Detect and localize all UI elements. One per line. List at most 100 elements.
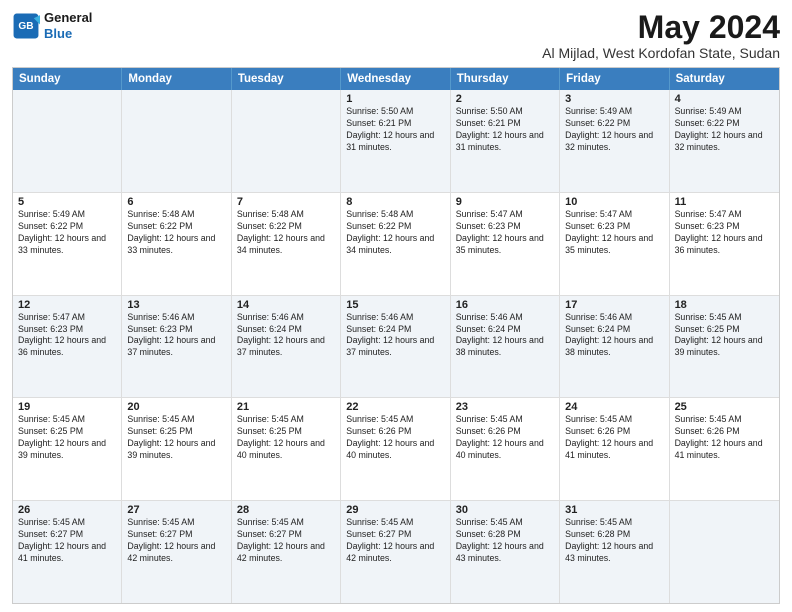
calendar-day-cell: 1Sunrise: 5:50 AM Sunset: 6:21 PM Daylig… [341,90,450,192]
calendar-day-cell: 10Sunrise: 5:47 AM Sunset: 6:23 PM Dayli… [560,193,669,295]
day-info: Sunrise: 5:45 AM Sunset: 6:26 PM Dayligh… [675,414,774,462]
day-info: Sunrise: 5:49 AM Sunset: 6:22 PM Dayligh… [18,209,116,257]
day-number: 29 [346,504,444,516]
day-number: 10 [565,196,663,208]
day-info: Sunrise: 5:45 AM Sunset: 6:27 PM Dayligh… [127,517,225,565]
day-number: 7 [237,196,335,208]
calendar-day-cell [670,501,779,603]
day-info: Sunrise: 5:46 AM Sunset: 6:24 PM Dayligh… [346,312,444,360]
day-info: Sunrise: 5:45 AM Sunset: 6:27 PM Dayligh… [237,517,335,565]
day-info: Sunrise: 5:47 AM Sunset: 6:23 PM Dayligh… [18,312,116,360]
calendar-header-cell: Thursday [451,68,560,90]
day-info: Sunrise: 5:46 AM Sunset: 6:24 PM Dayligh… [565,312,663,360]
day-number: 13 [127,299,225,311]
day-info: Sunrise: 5:45 AM Sunset: 6:28 PM Dayligh… [565,517,663,565]
calendar-day-cell: 19Sunrise: 5:45 AM Sunset: 6:25 PM Dayli… [13,398,122,500]
day-number: 25 [675,401,774,413]
day-number: 18 [675,299,774,311]
calendar-header-cell: Wednesday [341,68,450,90]
day-number: 5 [18,196,116,208]
day-info: Sunrise: 5:47 AM Sunset: 6:23 PM Dayligh… [675,209,774,257]
day-number: 14 [237,299,335,311]
day-number: 24 [565,401,663,413]
day-number: 15 [346,299,444,311]
day-info: Sunrise: 5:45 AM Sunset: 6:26 PM Dayligh… [565,414,663,462]
calendar-day-cell: 3Sunrise: 5:49 AM Sunset: 6:22 PM Daylig… [560,90,669,192]
day-info: Sunrise: 5:45 AM Sunset: 6:26 PM Dayligh… [456,414,554,462]
calendar-day-cell: 28Sunrise: 5:45 AM Sunset: 6:27 PM Dayli… [232,501,341,603]
day-number: 6 [127,196,225,208]
day-number: 2 [456,93,554,105]
day-info: Sunrise: 5:46 AM Sunset: 6:24 PM Dayligh… [456,312,554,360]
calendar-day-cell: 31Sunrise: 5:45 AM Sunset: 6:28 PM Dayli… [560,501,669,603]
calendar-week-row: 12Sunrise: 5:47 AM Sunset: 6:23 PM Dayli… [13,295,779,398]
day-info: Sunrise: 5:45 AM Sunset: 6:25 PM Dayligh… [237,414,335,462]
calendar-day-cell: 11Sunrise: 5:47 AM Sunset: 6:23 PM Dayli… [670,193,779,295]
calendar-day-cell: 20Sunrise: 5:45 AM Sunset: 6:25 PM Dayli… [122,398,231,500]
day-info: Sunrise: 5:45 AM Sunset: 6:27 PM Dayligh… [18,517,116,565]
day-number: 21 [237,401,335,413]
calendar-day-cell: 15Sunrise: 5:46 AM Sunset: 6:24 PM Dayli… [341,296,450,398]
logo-text: General Blue [44,10,92,41]
day-info: Sunrise: 5:45 AM Sunset: 6:27 PM Dayligh… [346,517,444,565]
calendar-day-cell: 5Sunrise: 5:49 AM Sunset: 6:22 PM Daylig… [13,193,122,295]
calendar-week-row: 5Sunrise: 5:49 AM Sunset: 6:22 PM Daylig… [13,192,779,295]
day-number: 22 [346,401,444,413]
day-info: Sunrise: 5:46 AM Sunset: 6:24 PM Dayligh… [237,312,335,360]
day-info: Sunrise: 5:45 AM Sunset: 6:25 PM Dayligh… [675,312,774,360]
day-info: Sunrise: 5:49 AM Sunset: 6:22 PM Dayligh… [565,106,663,154]
calendar: SundayMondayTuesdayWednesdayThursdayFrid… [12,67,780,604]
calendar-day-cell: 12Sunrise: 5:47 AM Sunset: 6:23 PM Dayli… [13,296,122,398]
logo-blue: Blue [44,26,92,42]
calendar-day-cell: 13Sunrise: 5:46 AM Sunset: 6:23 PM Dayli… [122,296,231,398]
calendar-day-cell: 26Sunrise: 5:45 AM Sunset: 6:27 PM Dayli… [13,501,122,603]
calendar-header-row: SundayMondayTuesdayWednesdayThursdayFrid… [13,68,779,90]
day-info: Sunrise: 5:45 AM Sunset: 6:25 PM Dayligh… [18,414,116,462]
calendar-day-cell: 16Sunrise: 5:46 AM Sunset: 6:24 PM Dayli… [451,296,560,398]
calendar-day-cell: 25Sunrise: 5:45 AM Sunset: 6:26 PM Dayli… [670,398,779,500]
title-block: May 2024 Al Mijlad, West Kordofan State,… [542,10,780,61]
calendar-day-cell: 14Sunrise: 5:46 AM Sunset: 6:24 PM Dayli… [232,296,341,398]
day-number: 31 [565,504,663,516]
calendar-day-cell: 8Sunrise: 5:48 AM Sunset: 6:22 PM Daylig… [341,193,450,295]
day-info: Sunrise: 5:47 AM Sunset: 6:23 PM Dayligh… [456,209,554,257]
day-info: Sunrise: 5:47 AM Sunset: 6:23 PM Dayligh… [565,209,663,257]
day-number: 11 [675,196,774,208]
day-info: Sunrise: 5:49 AM Sunset: 6:22 PM Dayligh… [675,106,774,154]
calendar-day-cell: 22Sunrise: 5:45 AM Sunset: 6:26 PM Dayli… [341,398,450,500]
calendar-header-cell: Tuesday [232,68,341,90]
day-number: 26 [18,504,116,516]
day-number: 12 [18,299,116,311]
day-number: 20 [127,401,225,413]
calendar-header-cell: Friday [560,68,669,90]
calendar-day-cell: 24Sunrise: 5:45 AM Sunset: 6:26 PM Dayli… [560,398,669,500]
calendar-body: 1Sunrise: 5:50 AM Sunset: 6:21 PM Daylig… [13,90,779,603]
svg-text:GB: GB [18,21,33,32]
logo-icon: GB [12,12,40,40]
day-number: 23 [456,401,554,413]
calendar-day-cell: 30Sunrise: 5:45 AM Sunset: 6:28 PM Dayli… [451,501,560,603]
calendar-header-cell: Monday [122,68,231,90]
calendar-week-row: 19Sunrise: 5:45 AM Sunset: 6:25 PM Dayli… [13,397,779,500]
calendar-day-cell: 6Sunrise: 5:48 AM Sunset: 6:22 PM Daylig… [122,193,231,295]
day-info: Sunrise: 5:48 AM Sunset: 6:22 PM Dayligh… [346,209,444,257]
day-info: Sunrise: 5:48 AM Sunset: 6:22 PM Dayligh… [127,209,225,257]
day-info: Sunrise: 5:45 AM Sunset: 6:28 PM Dayligh… [456,517,554,565]
day-number: 1 [346,93,444,105]
calendar-day-cell: 9Sunrise: 5:47 AM Sunset: 6:23 PM Daylig… [451,193,560,295]
day-number: 28 [237,504,335,516]
calendar-day-cell: 21Sunrise: 5:45 AM Sunset: 6:25 PM Dayli… [232,398,341,500]
calendar-day-cell: 17Sunrise: 5:46 AM Sunset: 6:24 PM Dayli… [560,296,669,398]
day-number: 17 [565,299,663,311]
day-number: 9 [456,196,554,208]
calendar-day-cell: 27Sunrise: 5:45 AM Sunset: 6:27 PM Dayli… [122,501,231,603]
logo-general: General [44,10,92,26]
day-info: Sunrise: 5:45 AM Sunset: 6:25 PM Dayligh… [127,414,225,462]
logo: GB General Blue [12,10,92,41]
day-number: 16 [456,299,554,311]
calendar-week-row: 26Sunrise: 5:45 AM Sunset: 6:27 PM Dayli… [13,500,779,603]
calendar-week-row: 1Sunrise: 5:50 AM Sunset: 6:21 PM Daylig… [13,90,779,192]
calendar-header-cell: Saturday [670,68,779,90]
calendar-day-cell: 29Sunrise: 5:45 AM Sunset: 6:27 PM Dayli… [341,501,450,603]
day-number: 3 [565,93,663,105]
